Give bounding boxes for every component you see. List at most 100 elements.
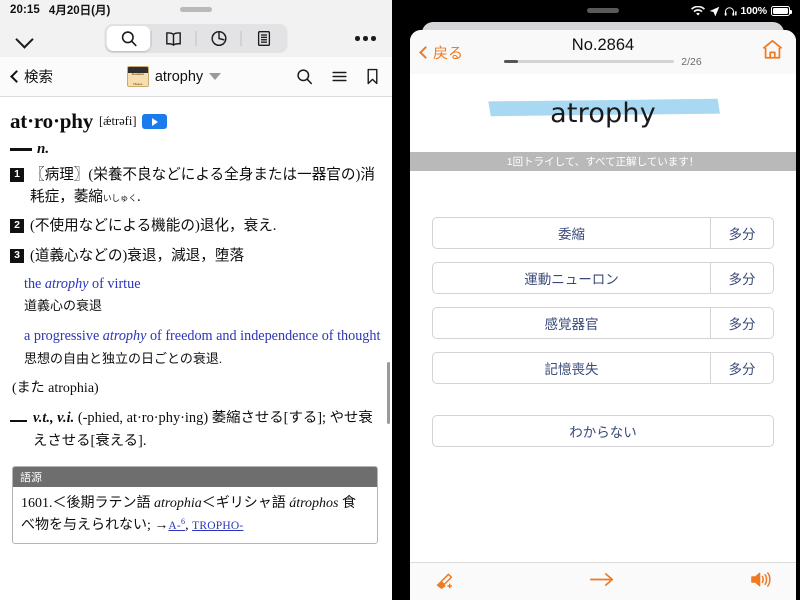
vocabulary-quiz-app-panel: 100% 戻る No.2864 2/26 atrophy 1回トライして、すべて… [406, 0, 800, 600]
dictionary-selector[interactable]: Random House atrophy [53, 66, 295, 87]
quiz-word: atrophy [550, 97, 656, 129]
verb-pos: v.t., v.i. [32, 410, 75, 427]
left-status-bar: 20:15 4月20日(月) [0, 0, 392, 20]
location-arrow-icon [709, 6, 719, 16]
sense-number: 1 [10, 168, 24, 182]
segmented-control [104, 24, 288, 53]
list-document-icon [257, 31, 270, 46]
em-dash [10, 419, 27, 423]
sense-definition: (道義心などの)衰退，減退，堕落 [30, 247, 245, 264]
random-house-book-icon: Random House [126, 66, 149, 87]
example-japanese: 思想の自由と独立の日ごとの衰退. [24, 350, 223, 366]
bookmark-icon[interactable] [365, 67, 380, 86]
back-to-search-button[interactable]: 検索 [10, 66, 53, 87]
quiz-nav-center: No.2864 2/26 [410, 30, 796, 74]
quiz-option-label[interactable]: 委縮 [433, 218, 710, 248]
dictionary-entry-content: at·ro·phy [ǽtrəfi] n. 1 〖病理〗(栄養不良などによる全身… [0, 97, 392, 600]
quiz-option-maybe-button[interactable]: 多分 [710, 308, 773, 338]
em-dash [10, 148, 32, 151]
back-label: 検索 [24, 70, 53, 86]
left-app-toolbar [0, 20, 392, 57]
headword-line: at·ro·phy [ǽtrəfi] [10, 109, 382, 134]
more-dots-icon[interactable] [355, 36, 376, 41]
right-status-bar: 100% [406, 0, 800, 22]
next-button[interactable] [588, 570, 616, 594]
status-time: 20:15 [10, 4, 40, 16]
arrow-right-icon [589, 572, 614, 586]
dont-know-button[interactable]: わからない [432, 415, 774, 447]
quiz-option-row[interactable]: 感覚器官 多分 [432, 307, 774, 339]
status-date: 4月20日(月) [48, 5, 111, 17]
speaker-button[interactable] [749, 570, 772, 594]
tab-list[interactable] [242, 26, 286, 51]
quiz-option-maybe-button[interactable]: 多分 [710, 218, 773, 248]
dual-app-split-screen: 20:15 4月20日(月) 検索 Random House atrophy a… [0, 0, 800, 600]
quiz-option-label[interactable]: 感覚器官 [433, 308, 710, 338]
pronunciation: [ǽtrəfi] [99, 114, 137, 128]
battery-percent-label: 100% [740, 5, 768, 17]
window-grabber-handle[interactable] [180, 7, 212, 12]
quiz-options-area: 委縮 多分 運動ニューロン 多分 感覚器官 多分 記憶喪失 多分 わからない [410, 171, 796, 562]
etymology-text: 1601.＜後期ラテン語 atrophia＜ギリシャ語 átrophos 食べ物… [21, 495, 356, 533]
speaker-volume-icon [751, 571, 771, 587]
tab-search[interactable] [106, 26, 151, 51]
verb-definition: v.t., v.i. (-phied, at·ro·phy·ing) 萎縮させる… [32, 410, 373, 449]
progress-counter: 2/26 [681, 55, 702, 68]
back-button[interactable]: 戻る [419, 42, 464, 63]
cross-reference-link[interactable]: TROPHO- [192, 520, 243, 532]
chevron-left-icon [419, 45, 432, 59]
quiz-option-row[interactable]: 運動ニューロン 多分 [432, 262, 774, 294]
sense-item: 3 (道義心などの)衰退，減退，堕落 [10, 245, 382, 267]
sense-item: 2 (不使用などによる機能の)退化，衰え. [10, 215, 382, 237]
part-of-speech-line: n. [10, 141, 382, 158]
dict-badge-line1: Random [131, 71, 145, 76]
status-banner: 1回トライして、すべて正解しています！ [410, 152, 796, 171]
ruby-reading: いしゅく [102, 193, 137, 204]
headphones-battery-icon [724, 6, 737, 16]
example-block: a progressive atrophy of freedom and ind… [24, 326, 382, 368]
back-label: 戻る [433, 44, 464, 62]
quiz-option-label[interactable]: 運動ニューロン [433, 263, 710, 293]
book-icon [166, 31, 181, 46]
current-headword-label: atrophy [154, 68, 204, 85]
part-of-speech: n. [37, 141, 50, 157]
sense-definition: 〖病理〗(栄養不良などによる全身または一器官の)消耗症，萎縮いしゅく. [30, 167, 375, 206]
chevron-down-icon[interactable] [16, 30, 33, 47]
window-grabber-handle[interactable] [587, 8, 619, 13]
quiz-option-maybe-button[interactable]: 多分 [710, 353, 773, 383]
example-block: the atrophy of virtue 道義心の衰退 [24, 274, 382, 316]
wifi-icon [690, 5, 705, 16]
dictionary-app-panel: 20:15 4月20日(月) 検索 Random House atrophy a… [0, 0, 392, 600]
etymology-header: 語源 [13, 466, 377, 487]
quiz-option-row[interactable]: 記憶喪失 多分 [432, 352, 774, 384]
cross-reference-link[interactable]: A-6 [168, 517, 185, 532]
etymology-box: 語源 1601.＜後期ラテン語 atrophia＜ギリシャ語 átrophos … [12, 465, 378, 545]
tab-book[interactable] [152, 26, 196, 51]
status-icons: 100% [690, 5, 792, 17]
quiz-card-stack: 戻る No.2864 2/26 atrophy 1回トライして、すべて正解してい… [406, 22, 800, 600]
home-button[interactable] [760, 37, 785, 67]
vertical-scrollbar-thumb[interactable] [386, 362, 390, 424]
example-english: a progressive atrophy of freedom and ind… [24, 328, 381, 345]
quiz-nav-bar: 戻る No.2864 2/26 [410, 30, 796, 74]
dictionary-nav-bar: 検索 Random House atrophy [0, 57, 392, 97]
quiz-option-label[interactable]: 記憶喪失 [433, 353, 710, 383]
example-japanese: 道義心の衰退 [24, 297, 103, 313]
chevron-left-icon [10, 70, 23, 83]
history-clock-icon [210, 30, 227, 47]
highlighter-pen-button[interactable] [434, 570, 455, 594]
search-icon[interactable] [295, 67, 314, 86]
example-english: the atrophy of virtue [24, 275, 141, 292]
hamburger-menu-icon[interactable] [330, 67, 349, 86]
highlighter-pen-icon [436, 573, 453, 589]
chevron-down-icon[interactable] [209, 73, 222, 80]
split-view-divider[interactable] [392, 0, 406, 600]
quiz-option-row[interactable]: 委縮 多分 [432, 217, 774, 249]
quiz-option-maybe-button[interactable]: 多分 [710, 263, 773, 293]
sense-number: 3 [10, 248, 24, 263]
page-title: No.2864 [571, 35, 635, 54]
battery-full-icon [771, 6, 792, 16]
tab-history[interactable] [197, 26, 241, 51]
quiz-word-area: atrophy [410, 74, 796, 152]
play-audio-icon[interactable] [142, 114, 168, 129]
